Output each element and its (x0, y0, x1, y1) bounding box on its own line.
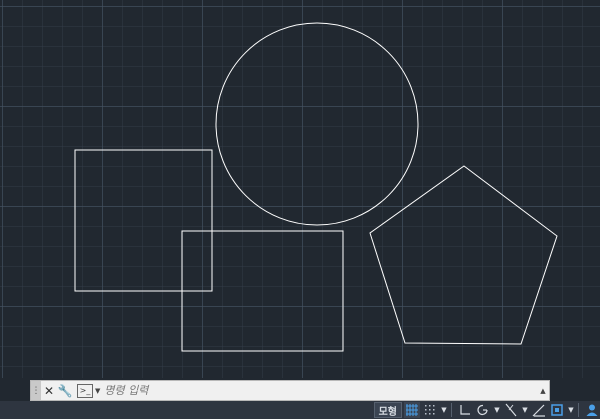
object-snap-tracking-icon[interactable] (531, 402, 547, 418)
command-line: ⋮ ✕ 🔧 >_ ▼ ▲ (30, 380, 550, 401)
chevron-down-icon[interactable]: ▼ (567, 402, 575, 418)
square-entity[interactable] (74, 149, 213, 292)
grid-icon[interactable] (404, 402, 420, 418)
grip-handle[interactable]: ⋮ (31, 381, 41, 400)
drawing-canvas[interactable] (0, 0, 600, 378)
model-tab[interactable]: 모형 (373, 402, 402, 418)
isodraft-icon[interactable] (503, 402, 519, 418)
chevron-down-icon[interactable]: ▼ (521, 402, 529, 418)
chevron-down-icon[interactable]: ▼ (95, 387, 100, 395)
chevron-down-icon[interactable]: ▼ (493, 402, 501, 418)
close-icon[interactable]: ✕ (41, 381, 57, 400)
annotation-monitor-icon[interactable] (549, 402, 565, 418)
divider (578, 403, 579, 417)
circle-entity[interactable] (215, 22, 419, 226)
pentagon-entity[interactable] (369, 165, 558, 345)
command-history-icon[interactable]: >_ (77, 383, 93, 398)
snap-icon[interactable] (422, 402, 438, 418)
wrench-icon[interactable]: 🔧 (57, 381, 73, 400)
divider (451, 403, 452, 417)
ortho-icon[interactable] (457, 402, 473, 418)
chevron-up-icon[interactable]: ▲ (537, 381, 549, 400)
drawing-viewport[interactable] (0, 0, 600, 378)
polar-tracking-icon[interactable] (475, 402, 491, 418)
user-account-icon[interactable] (584, 402, 600, 418)
chevron-down-icon[interactable]: ▼ (440, 402, 448, 418)
status-bar: 모형 ▼ ▼ ▼ ▼ (0, 401, 600, 419)
command-input[interactable] (104, 382, 537, 399)
